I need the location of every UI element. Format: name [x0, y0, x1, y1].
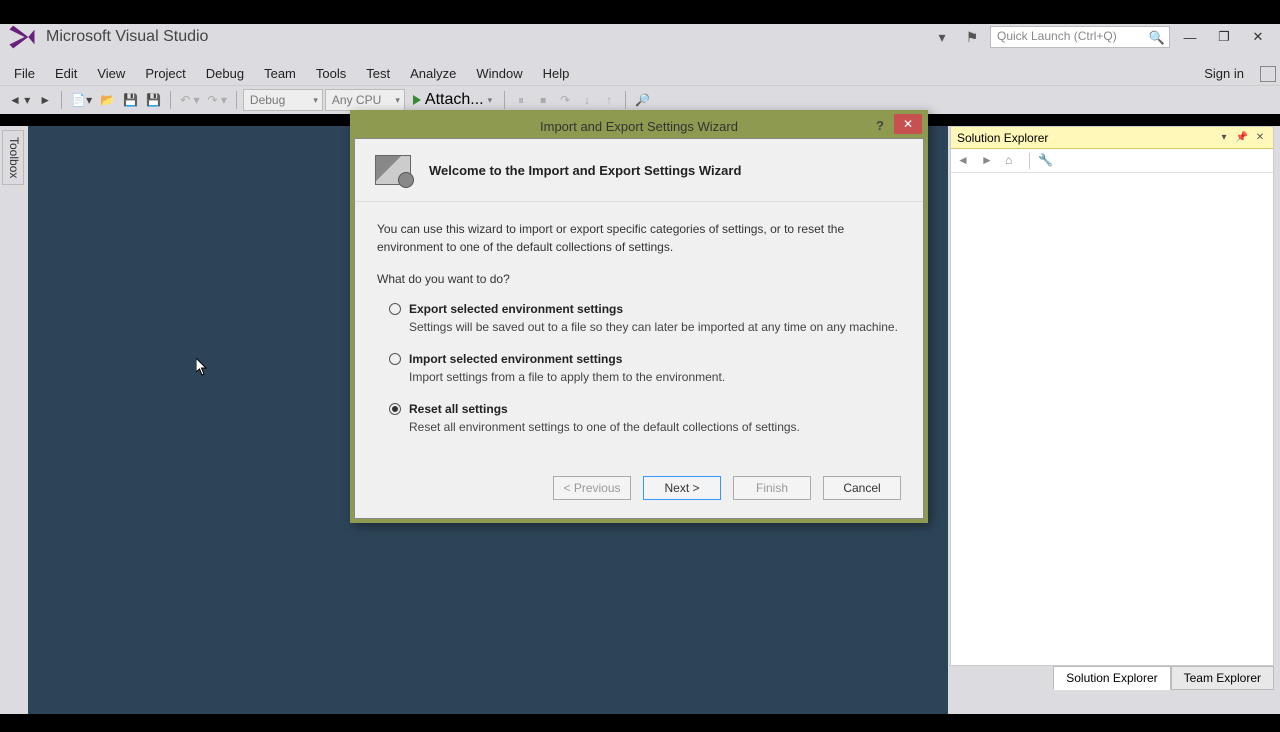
quick-launch-input[interactable]: Quick Launch (Ctrl+Q) 🔍 [990, 26, 1170, 48]
search-icon: 🔍 [1149, 30, 1165, 46]
radio-icon [389, 303, 401, 315]
toolbox-tab[interactable]: Toolbox [2, 130, 24, 185]
menu-debug[interactable]: Debug [196, 63, 254, 84]
option-reset[interactable]: Reset all settings [389, 402, 901, 416]
nav-back-button[interactable]: ◄ ▾ [6, 89, 33, 111]
panel-pin-icon[interactable]: 📌 [1235, 131, 1249, 145]
quick-launch-placeholder: Quick Launch (Ctrl+Q) [997, 29, 1117, 43]
save-button[interactable]: 💾 [120, 89, 141, 111]
menu-file[interactable]: File [4, 63, 45, 84]
panel-close-icon[interactable]: ✕ [1253, 131, 1267, 145]
radio-icon [389, 403, 401, 415]
solution-toolbar: ◄ ► ⌂ 🔧 [951, 149, 1273, 173]
option-import-desc: Import settings from a file to apply the… [409, 370, 901, 384]
nav-fwd-button[interactable]: ► [35, 89, 55, 111]
menu-project[interactable]: Project [135, 63, 195, 84]
debug-stepinto-icon[interactable]: ↓ [577, 89, 597, 111]
radio-icon [389, 353, 401, 365]
menu-team[interactable]: Team [254, 63, 306, 84]
dialog-question: What do you want to do? [377, 272, 901, 286]
redo-button[interactable]: ↷ ▾ [204, 89, 229, 111]
debug-stepout-icon[interactable]: ↑ [599, 89, 619, 111]
tab-solution-explorer[interactable]: Solution Explorer [1053, 666, 1170, 690]
tab-team-explorer[interactable]: Team Explorer [1171, 666, 1274, 690]
debug-stop-icon[interactable]: ⏹ [533, 89, 553, 111]
cancel-button[interactable]: Cancel [823, 476, 901, 500]
open-file-button[interactable]: 📂 [97, 89, 118, 111]
finish-button[interactable]: Finish [733, 476, 811, 500]
attach-button[interactable]: Attach... ▾ [407, 89, 498, 111]
dialog-help-button[interactable]: ? [876, 118, 894, 136]
profile-placeholder-icon[interactable] [1260, 66, 1276, 82]
menu-help[interactable]: Help [533, 63, 580, 84]
dialog-description: You can use this wizard to import or exp… [377, 220, 901, 256]
close-button[interactable]: ✕ [1244, 25, 1272, 49]
play-icon [413, 95, 421, 105]
fwd-icon[interactable]: ► [981, 153, 997, 169]
find-in-files-icon[interactable]: 🔎 [632, 89, 653, 111]
wizard-icon [375, 155, 411, 185]
app-title: Microsoft Visual Studio [46, 28, 208, 46]
menu-edit[interactable]: Edit [45, 63, 87, 84]
solution-explorer-title: Solution Explorer [957, 131, 1048, 145]
new-project-button[interactable]: 📄▾ [68, 89, 95, 111]
restore-button[interactable]: ❐ [1210, 25, 1238, 49]
menu-analyze[interactable]: Analyze [400, 63, 466, 84]
menubar: File Edit View Project Debug Team Tools … [0, 62, 1280, 86]
option-export-desc: Settings will be saved out to a file so … [409, 320, 901, 334]
menu-view[interactable]: View [87, 63, 135, 84]
back-icon[interactable]: ◄ [957, 153, 973, 169]
home-icon[interactable]: ⌂ [1005, 153, 1021, 169]
menu-test[interactable]: Test [356, 63, 400, 84]
vs-logo-icon [9, 24, 34, 49]
menu-window[interactable]: Window [466, 63, 532, 84]
sign-in-button[interactable]: Sign in [1194, 63, 1254, 84]
option-reset-desc: Reset all environment settings to one of… [409, 420, 901, 434]
undo-button[interactable]: ↶ ▾ [177, 89, 202, 111]
debug-pause-icon[interactable]: ⏸ [511, 89, 531, 111]
debug-stepover-icon[interactable]: ↷ [555, 89, 575, 111]
wrench-icon[interactable]: 🔧 [1038, 153, 1054, 169]
save-all-button[interactable]: 💾 [143, 89, 164, 111]
settings-wizard-dialog: Import and Export Settings Wizard ? ✕ We… [350, 110, 928, 523]
panel-dropdown-icon[interactable]: ▾ [1217, 131, 1231, 145]
previous-button[interactable]: < Previous [553, 476, 631, 500]
option-import[interactable]: Import selected environment settings [389, 352, 901, 366]
solution-explorer-panel: Solution Explorer ▾ 📌 ✕ ◄ ► ⌂ 🔧 [950, 126, 1274, 666]
minimize-button[interactable]: — [1176, 25, 1204, 49]
dialog-close-button[interactable]: ✕ [894, 114, 922, 134]
platform-combo[interactable]: Any CPU [325, 89, 405, 111]
notifications-icon[interactable]: ⚑ [960, 25, 984, 49]
next-button[interactable]: Next > [643, 476, 721, 500]
option-export[interactable]: Export selected environment settings [389, 302, 901, 316]
filter-icon[interactable]: ▾ [930, 25, 954, 49]
menu-tools[interactable]: Tools [306, 63, 356, 84]
dialog-welcome: Welcome to the Import and Export Setting… [429, 163, 741, 178]
dialog-title: Import and Export Settings Wizard [540, 119, 738, 134]
config-combo[interactable]: Debug [243, 89, 323, 111]
